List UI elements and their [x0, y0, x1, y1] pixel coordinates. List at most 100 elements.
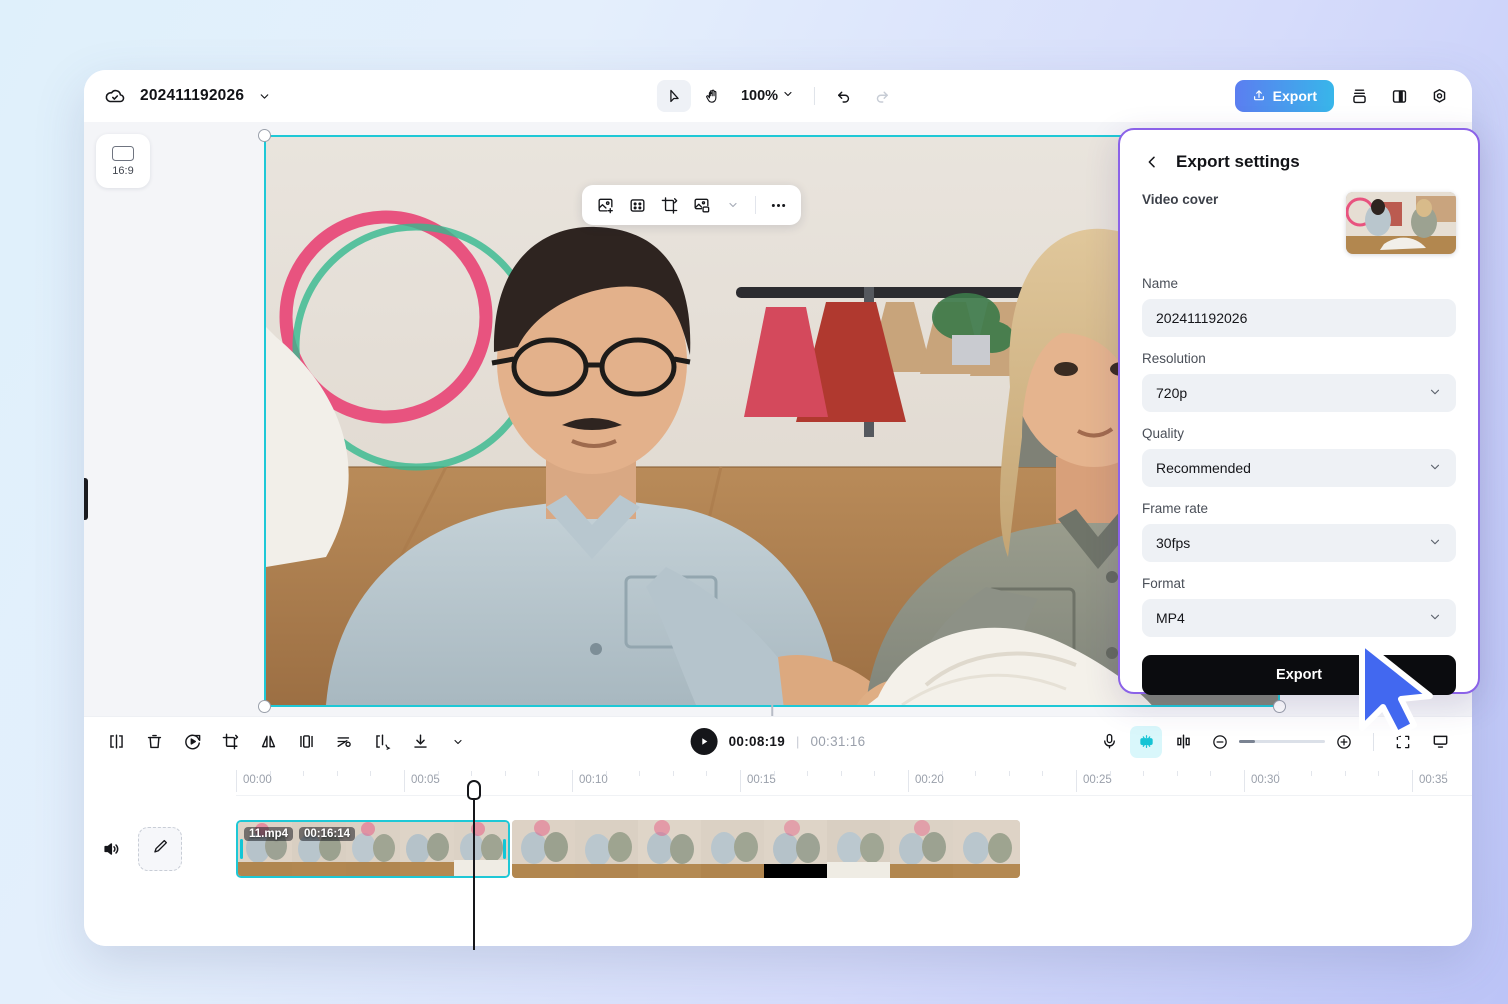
timeline-zoom-slider[interactable] — [1204, 726, 1360, 758]
clip-trim-handle-right[interactable] — [503, 839, 506, 859]
ruler-tick-minor — [370, 771, 371, 776]
zoom-out-icon[interactable] — [1204, 726, 1236, 758]
layers-icon[interactable] — [1344, 81, 1374, 111]
chevron-down-icon[interactable] — [256, 88, 272, 104]
quality-value: Recommended — [1156, 460, 1251, 476]
divider — [814, 87, 815, 105]
flip-icon[interactable] — [290, 726, 322, 758]
format-group: Format MP4 — [1142, 576, 1456, 637]
ruler-tick-minor — [1345, 771, 1346, 776]
timeline-ruler[interactable]: 00:0000:0500:1000:1500:2000:2500:3000:35 — [236, 766, 1472, 796]
timeline-clip-selected[interactable]: 11.mp4 00:16:14 — [236, 820, 510, 878]
split-icon[interactable] — [100, 726, 132, 758]
ruler-tick-label: 00:25 — [1083, 774, 1112, 786]
clip-trim-handle-left[interactable] — [240, 839, 243, 859]
framerate-select[interactable]: 30fps — [1142, 524, 1456, 562]
edit-track-button[interactable] — [138, 827, 182, 871]
clip-label: 11.mp4 00:16:14 — [244, 827, 355, 841]
project-name: 202411192026 — [140, 87, 244, 105]
zoom-slider-fill — [1239, 740, 1255, 743]
chevron-down-icon — [1428, 535, 1442, 552]
total-time: 00:31:16 — [810, 734, 865, 749]
ruler-tick-major — [1244, 770, 1245, 792]
mirror-icon[interactable] — [252, 726, 284, 758]
topbar-actions: Export — [1235, 80, 1454, 112]
export-button-label: Export — [1273, 88, 1317, 104]
video-cover-image — [1346, 192, 1456, 254]
more-options-icon[interactable] — [763, 190, 793, 220]
keyframe-icon[interactable] — [366, 726, 398, 758]
ruler-tick-minor — [1110, 771, 1111, 776]
clip-lane: 11.mp4 00:16:14 — [236, 820, 1472, 878]
gear-icon[interactable] — [1424, 81, 1454, 111]
ruler-tick-minor — [606, 771, 607, 776]
redo-icon[interactable] — [865, 80, 899, 112]
reframe-icon[interactable] — [622, 190, 652, 220]
resize-handle-bottom-right[interactable] — [1273, 700, 1286, 713]
play-icon[interactable] — [691, 728, 718, 755]
chevron-down-icon[interactable] — [718, 190, 748, 220]
add-image-icon[interactable] — [590, 190, 620, 220]
marker-split-icon[interactable] — [1167, 726, 1199, 758]
chevron-down-icon — [1428, 385, 1442, 402]
ruler-tick-label: 00:05 — [411, 774, 440, 786]
zoom-level-dropdown[interactable]: 100% — [733, 84, 802, 108]
aspect-ratio-icon — [112, 146, 134, 161]
delete-icon[interactable] — [138, 726, 170, 758]
video-cover-label: Video cover — [1142, 192, 1218, 207]
export-button[interactable]: Export — [1235, 80, 1334, 112]
ruler-tick-minor — [438, 771, 439, 776]
crop-icon[interactable] — [654, 190, 684, 220]
ruler-tick-label: 00:30 — [1251, 774, 1280, 786]
ruler-tick-minor — [942, 771, 943, 776]
ruler-tick-minor — [1009, 771, 1010, 776]
quality-select[interactable]: Recommended — [1142, 449, 1456, 487]
hand-pan-icon[interactable] — [695, 80, 729, 112]
split-view-icon[interactable] — [1384, 81, 1414, 111]
resolution-select[interactable]: 720p — [1142, 374, 1456, 412]
format-select[interactable]: MP4 — [1142, 599, 1456, 637]
format-value: MP4 — [1156, 610, 1185, 626]
timeline-clip[interactable] — [512, 820, 1020, 878]
view-tools: 100% — [657, 80, 899, 112]
undo-icon[interactable] — [827, 80, 861, 112]
clip-thumbnail-strip — [512, 820, 1020, 878]
microphone-icon[interactable] — [1093, 726, 1125, 758]
ruler-tick-label: 00:10 — [579, 774, 608, 786]
ruler-tick-major — [572, 770, 573, 792]
remove-background-icon[interactable] — [686, 190, 716, 220]
ruler-tick-minor — [303, 771, 304, 776]
ruler-tick-minor — [807, 771, 808, 776]
sidebar-collapse-handle[interactable] — [84, 478, 88, 520]
video-cover-thumbnail[interactable] — [1346, 192, 1456, 254]
download-icon[interactable] — [404, 726, 436, 758]
timeline-toolbar: 00:08:19 | 00:31:16 — [84, 716, 1472, 766]
name-input[interactable]: 202411192026 — [1142, 299, 1456, 337]
cloud-check-icon[interactable] — [102, 83, 128, 109]
ruler-tick-minor — [706, 771, 707, 776]
ai-magic-icon[interactable] — [1130, 726, 1162, 758]
ruler-tick-minor — [1378, 771, 1379, 776]
crop-icon[interactable] — [214, 726, 246, 758]
aspect-ratio-button[interactable]: 16:9 — [96, 134, 150, 188]
speed-icon[interactable] — [176, 726, 208, 758]
ruler-tick-major — [740, 770, 741, 792]
cut-icon[interactable] — [328, 726, 360, 758]
quality-group: Quality Recommended — [1142, 426, 1456, 487]
current-time: 00:08:19 — [729, 734, 785, 749]
ruler-tick-minor — [1177, 771, 1178, 776]
playback-controls: 00:08:19 | 00:31:16 — [691, 728, 866, 755]
pencil-edit-icon — [151, 837, 170, 861]
zoom-slider-rail[interactable] — [1239, 740, 1325, 743]
resize-handle-top-left[interactable] — [258, 129, 271, 142]
chevron-down-icon[interactable] — [442, 726, 474, 758]
volume-icon[interactable] — [98, 836, 124, 862]
resize-handle-bottom-left[interactable] — [258, 700, 271, 713]
zoom-level-value: 100% — [741, 88, 778, 104]
chevron-left-icon[interactable] — [1142, 152, 1162, 172]
track-controls — [84, 827, 236, 871]
timeline-tracks: 11.mp4 00:16:14 — [84, 796, 1472, 880]
ruler-tick-minor — [1210, 771, 1211, 776]
ruler-tick-minor — [639, 771, 640, 776]
cursor-select-icon[interactable] — [657, 80, 691, 112]
